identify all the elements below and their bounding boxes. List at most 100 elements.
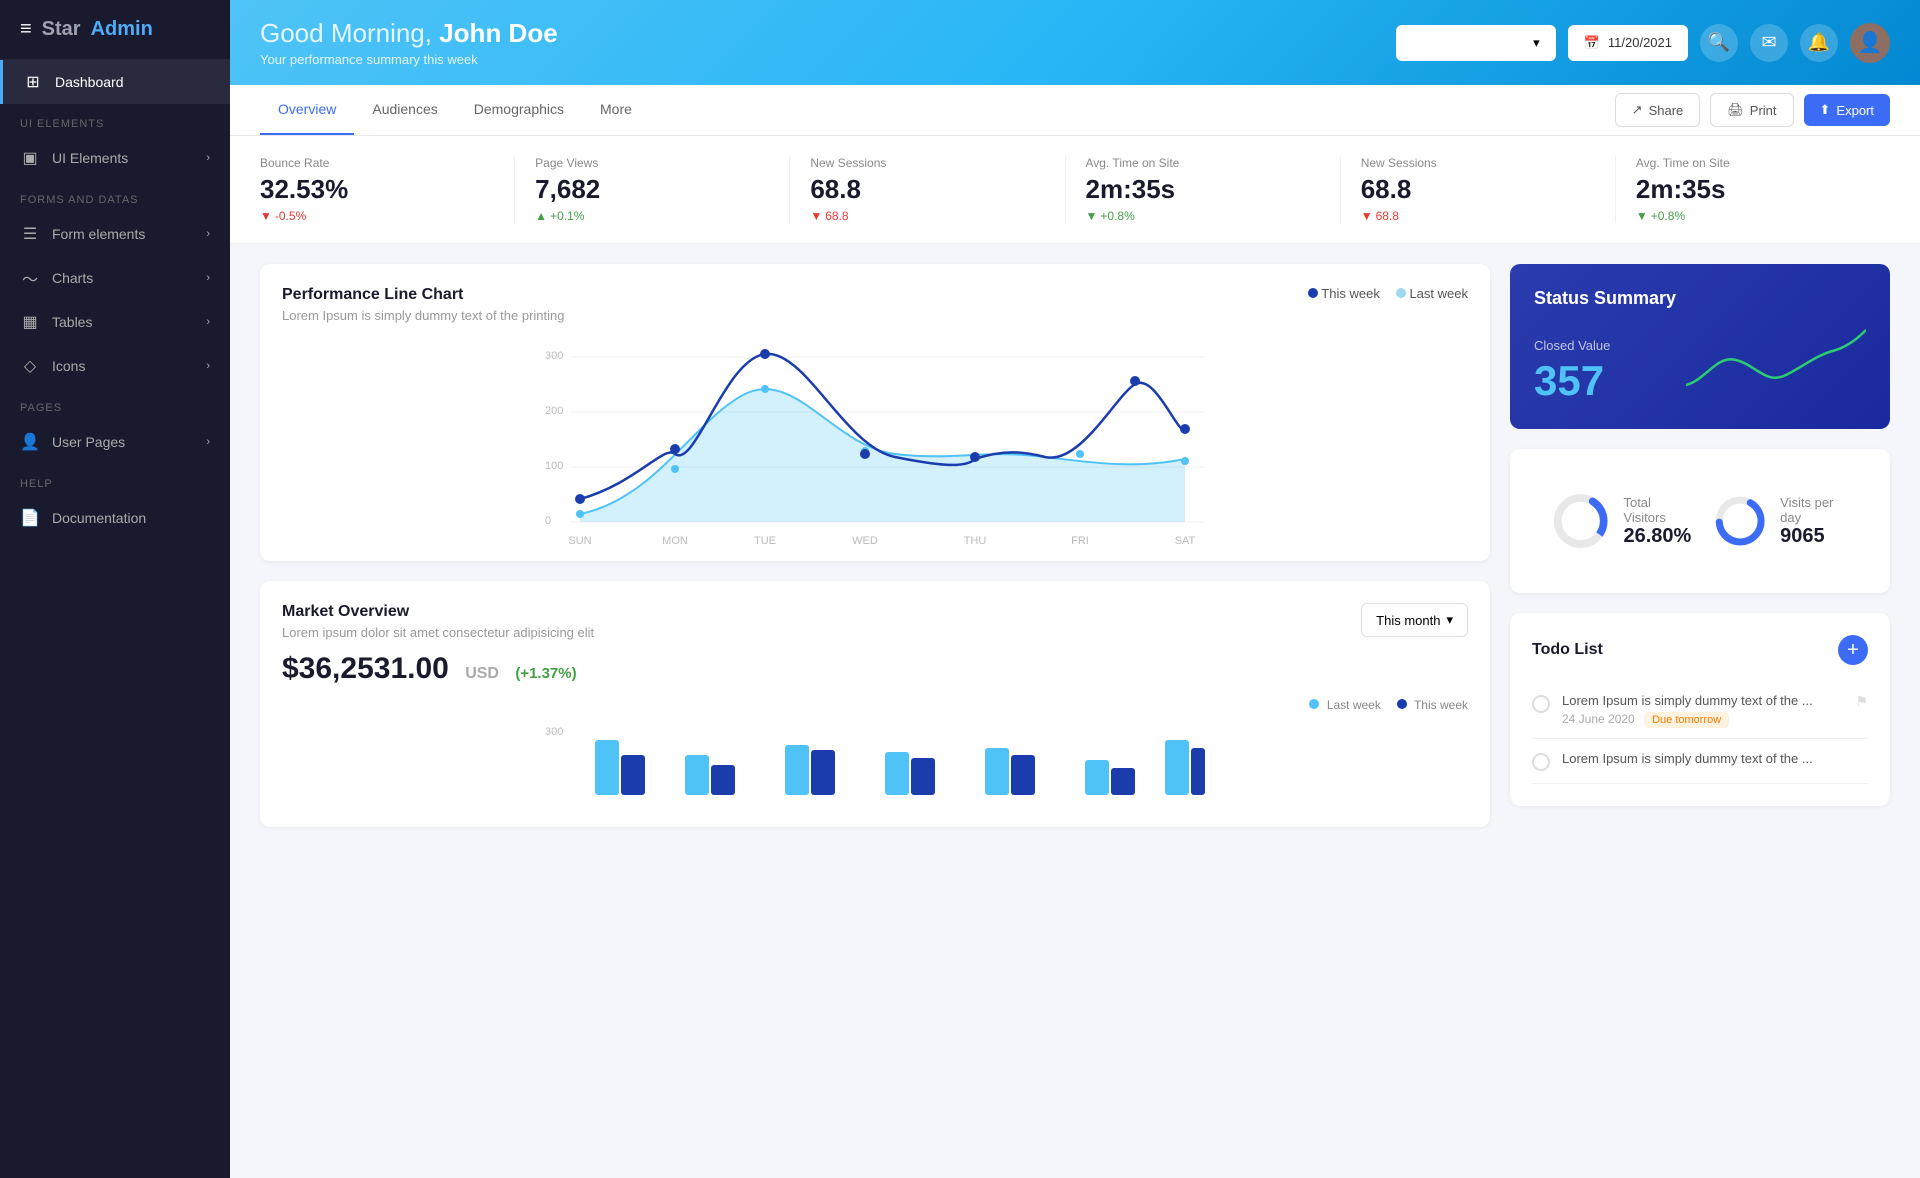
sidebar-item-form-elements[interactable]: ☰ Form elements ›	[0, 212, 230, 256]
visitors-card: Total Visitors 26.80% Visits per da	[1510, 449, 1890, 593]
daily-visits-label: Visits per day	[1780, 495, 1848, 525]
stat-label: Avg. Time on Site	[1636, 156, 1870, 170]
stat-label: Avg. Time on Site	[1086, 156, 1320, 170]
avatar[interactable]: 👤	[1850, 23, 1890, 63]
stat-label: New Sessions	[810, 156, 1044, 170]
sidebar-item-user-pages[interactable]: 👤 User Pages ›	[0, 420, 230, 464]
tabs-bar: Overview Audiences Demographics More ↗ S…	[230, 85, 1920, 136]
price-value: $36,2531.00	[282, 652, 449, 685]
market-header: Market Overview Lorem ipsum dolor sit am…	[282, 603, 1468, 640]
tables-icon: ▦	[20, 312, 40, 332]
header-dropdown[interactable]: ▾	[1396, 25, 1556, 61]
hamburger-icon[interactable]: ≡	[20, 18, 32, 41]
stat-change: ▼ 68.8	[1361, 209, 1595, 223]
legend-dot	[1309, 699, 1319, 709]
bar	[1191, 748, 1205, 795]
notification-button[interactable]: 🔔	[1800, 24, 1838, 62]
greeting-subtitle: Your performance summary this week	[260, 52, 1376, 67]
header: Good Morning, John Doe Your performance …	[230, 0, 1920, 85]
tab-audiences[interactable]: Audiences	[354, 85, 455, 135]
svg-text:SAT: SAT	[1175, 535, 1196, 547]
chevron-right-icon: ›	[206, 272, 210, 284]
line-chart-svg: 300 200 100 0	[282, 339, 1468, 559]
chart-subtitle: Lorem Ipsum is simply dummy text of the …	[282, 308, 565, 323]
sidebar-item-ui-elements[interactable]: ▣ UI Elements ›	[0, 136, 230, 180]
sidebar-item-label: User Pages	[52, 434, 125, 450]
this-week-dot	[670, 444, 680, 454]
todo-date: 24 June 2020 Due tomorrow	[1562, 712, 1843, 726]
stat-label: Bounce Rate	[260, 156, 494, 170]
this-week-dot	[860, 449, 870, 459]
avatar-image: 👤	[1858, 30, 1883, 55]
stat-value: 2m:35s	[1086, 174, 1320, 205]
stat-bounce-rate: Bounce Rate 32.53% ▼ -0.5%	[260, 156, 515, 223]
todo-add-button[interactable]: +	[1838, 635, 1868, 665]
user-pages-icon: 👤	[20, 432, 40, 452]
print-button[interactable]: 🖨 Print	[1710, 93, 1793, 127]
sidebar-item-label: Dashboard	[55, 74, 124, 90]
donut-row: Total Visitors 26.80% Visits per da	[1532, 471, 1868, 571]
sparkline-path	[1686, 330, 1866, 385]
market-overview-card: Market Overview Lorem ipsum dolor sit am…	[260, 581, 1490, 827]
sidebar-item-tables[interactable]: ▦ Tables ›	[0, 300, 230, 344]
market-title: Market Overview	[282, 603, 594, 621]
bar	[595, 740, 619, 795]
svg-text:100: 100	[545, 460, 563, 472]
tab-demographics[interactable]: Demographics	[456, 85, 582, 135]
due-badge: Due tomorrow	[1644, 712, 1729, 728]
stat-value: 2m:35s	[1636, 174, 1870, 205]
todo-checkbox[interactable]	[1532, 753, 1550, 771]
total-visitors-donut: Total Visitors 26.80%	[1552, 491, 1694, 551]
bar	[685, 755, 709, 795]
todo-item: Lorem Ipsum is simply dummy text of the …	[1532, 739, 1868, 784]
share-button[interactable]: ↗ Share	[1615, 93, 1701, 127]
sidebar-item-documentation[interactable]: 📄 Documentation	[0, 496, 230, 540]
bar	[621, 755, 645, 795]
svg-text:0: 0	[545, 515, 551, 527]
last-week-dot	[671, 465, 679, 473]
price-change: (+1.37%)	[515, 665, 576, 682]
todo-list-card: Todo List + Lorem Ipsum is simply dummy …	[1510, 613, 1890, 806]
status-value: 357	[1534, 357, 1610, 405]
this-week-dot	[1130, 376, 1140, 386]
daily-visits-info: Visits per day 9065	[1780, 495, 1848, 548]
chevron-right-icon: ›	[206, 316, 210, 328]
chevron-down-icon: ▾	[1446, 612, 1453, 628]
this-week-dot	[970, 452, 980, 462]
export-button[interactable]: ⬆ Export	[1804, 94, 1890, 126]
legend-dot-last-week	[1396, 288, 1406, 298]
print-icon: 🖨	[1727, 102, 1744, 118]
sidebar-item-dashboard[interactable]: ⊞ Dashboard	[0, 60, 230, 104]
last-week-area	[580, 389, 1185, 522]
todo-checkbox[interactable]	[1532, 695, 1550, 713]
bar	[1111, 768, 1135, 795]
status-sparkline	[1686, 325, 1866, 405]
documentation-icon: 📄	[20, 508, 40, 528]
sidebar-item-icons[interactable]: ◇ Icons ›	[0, 344, 230, 388]
search-icon: 🔍	[1708, 32, 1730, 53]
total-visitors-svg	[1552, 491, 1609, 551]
svg-text:WED: WED	[852, 535, 878, 547]
sidebar-item-charts[interactable]: 〜 Charts ›	[0, 256, 230, 300]
dashboard-icon: ⊞	[23, 72, 43, 92]
tab-more[interactable]: More	[582, 85, 650, 135]
bar	[1165, 740, 1189, 795]
sidebar-item-label: Icons	[52, 358, 85, 374]
search-button[interactable]: 🔍	[1700, 24, 1738, 62]
stat-change: ▼ +0.8%	[1636, 209, 1870, 223]
stat-new-sessions-1: New Sessions 68.8 ▼ 68.8	[790, 156, 1065, 223]
bar	[911, 758, 935, 795]
mail-button[interactable]: ✉	[1750, 24, 1788, 62]
mail-icon: ✉	[1761, 32, 1776, 53]
total-visitors-label: Total Visitors	[1623, 495, 1693, 525]
sidebar-item-label: Form elements	[52, 226, 145, 242]
section-label-forms: FORMS AND DATAS	[0, 180, 230, 212]
sidebar-item-label: Charts	[52, 270, 93, 286]
date-badge: 📅 11/20/2021	[1568, 25, 1688, 61]
daily-visits-donut: Visits per day 9065	[1714, 491, 1848, 551]
date-value: 11/20/2021	[1608, 35, 1672, 50]
tab-overview[interactable]: Overview	[260, 85, 354, 135]
stat-value: 7,682	[535, 174, 769, 205]
this-month-dropdown[interactable]: This month ▾	[1361, 603, 1468, 637]
chevron-right-icon: ›	[206, 228, 210, 240]
